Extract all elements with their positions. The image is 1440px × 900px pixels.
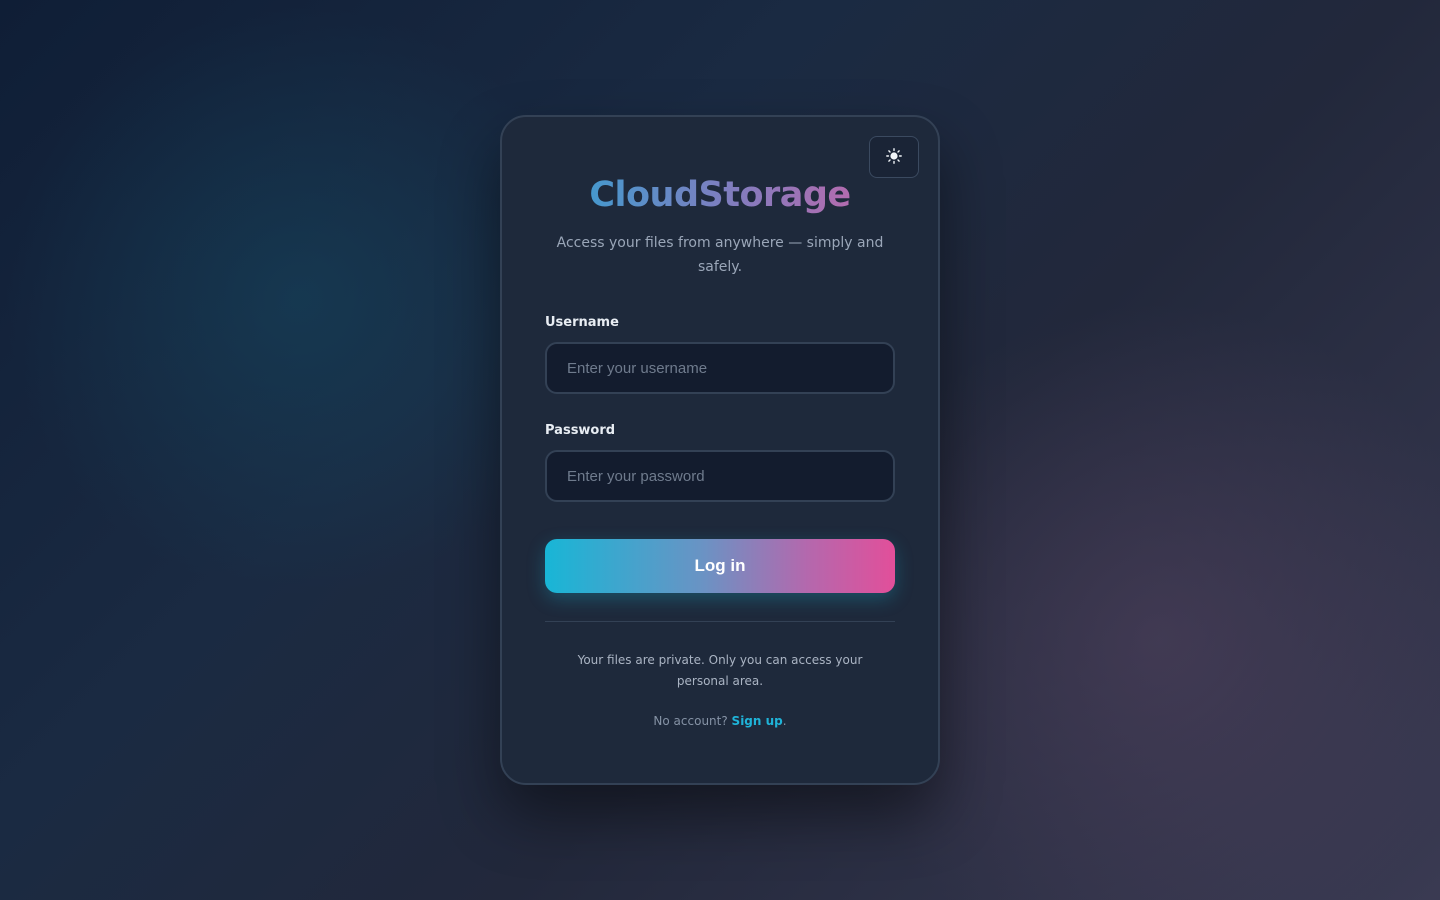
- signup-prompt: No account?: [653, 714, 732, 728]
- brand-title: CloudStorage: [502, 173, 938, 217]
- username-input[interactable]: [545, 342, 895, 394]
- login-button[interactable]: Log in: [545, 539, 895, 593]
- signup-line: No account? Sign up.: [502, 714, 938, 728]
- privacy-note: Your files are private. Only you can acc…: [577, 653, 863, 688]
- password-input[interactable]: [545, 450, 895, 502]
- password-label: Password: [545, 423, 616, 438]
- theme-toggle-button[interactable]: [869, 136, 919, 178]
- signup-link[interactable]: Sign up: [732, 714, 783, 728]
- login-card: CloudStorage Access your files from anyw…: [500, 115, 940, 785]
- username-label: Username: [545, 315, 619, 330]
- signup-suffix: .: [782, 714, 787, 728]
- sun-icon: [886, 147, 902, 167]
- divider: [545, 621, 895, 622]
- tagline: Access your files from anywhere — simply…: [556, 235, 884, 275]
